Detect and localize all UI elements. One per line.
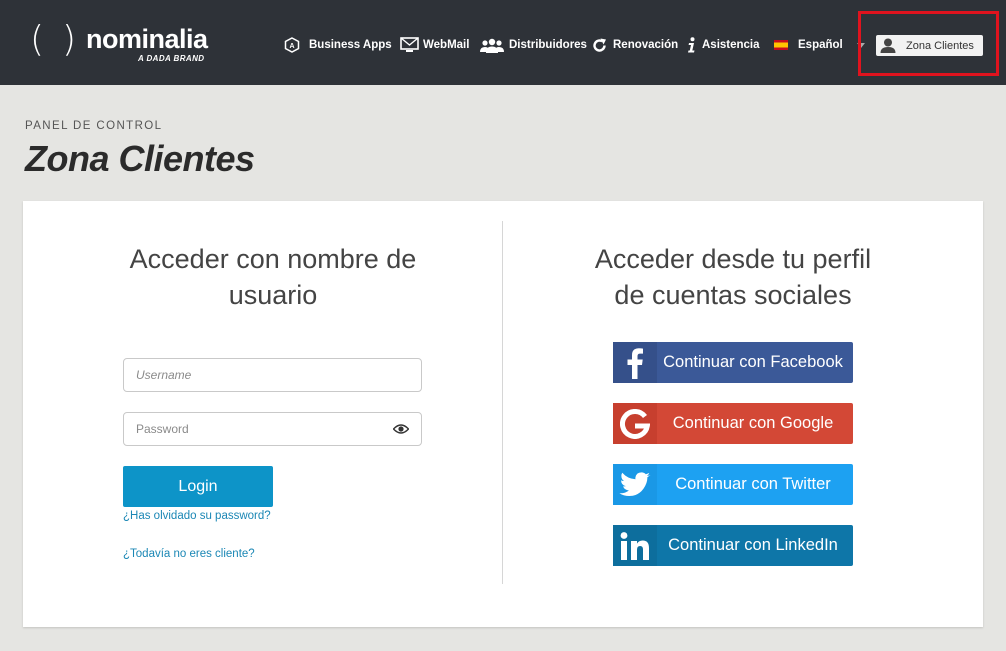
top-navigation-bar: ( ) nominalia A DADA BRAND A Business Ap… <box>0 0 1006 85</box>
nav-webmail-label: WebMail <box>423 39 470 51</box>
username-login-heading-line2: usuario <box>228 280 318 310</box>
nav-renovacion[interactable]: Renovación <box>592 34 678 56</box>
password-input[interactable] <box>124 413 421 445</box>
nav-business-apps-label: Business Apps <box>309 39 392 51</box>
social-login-heading: Acceder desde tu perfil de cuentas socia… <box>563 241 903 313</box>
nav-asistencia[interactable]: Asistencia <box>686 34 760 56</box>
twitter-login-label: Continuar con Twitter <box>675 475 831 493</box>
nav-renovacion-label: Renovación <box>613 39 679 51</box>
facebook-login-button[interactable]: Continuar con Facebook <box>613 342 853 383</box>
username-login-heading: Acceder con nombre de usuario <box>103 241 443 313</box>
linkedin-login-button[interactable]: Continuar con LinkedIn <box>613 525 853 566</box>
linkedin-icon <box>613 525 657 566</box>
nav-webmail[interactable]: WebMail <box>400 34 469 56</box>
logo-tagline: A DADA BRAND <box>138 54 205 63</box>
login-button[interactable]: Login <box>123 466 273 507</box>
nav-asistencia-label: Asistencia <box>702 39 760 51</box>
forgot-password-link[interactable]: ¿Has olvidado su password? <box>123 510 271 522</box>
google-icon <box>613 403 657 444</box>
facebook-icon <box>613 342 657 383</box>
logo-right-paren: ) <box>62 19 77 60</box>
page-eyebrow: PANEL DE CONTROL <box>25 120 163 132</box>
facebook-login-label: Continuar con Facebook <box>663 353 843 371</box>
spain-flag-icon <box>774 40 788 50</box>
twitter-icon <box>613 464 657 505</box>
users-icon <box>480 38 504 53</box>
zona-clientes-label: Zona Clientes <box>906 39 974 52</box>
info-icon <box>686 37 697 53</box>
refresh-icon <box>592 38 607 53</box>
column-divider <box>502 221 503 584</box>
login-card: Acceder con nombre de usuario Login ¿Has… <box>23 201 983 627</box>
page-title: Zona Clientes <box>25 138 255 179</box>
language-selector[interactable]: Español <box>774 34 865 56</box>
mail-icon <box>400 37 419 53</box>
zona-clientes-button[interactable]: Zona Clientes <box>876 35 983 56</box>
business-apps-icon: A <box>284 37 300 53</box>
nav-distribuidores-label: Distribuidores <box>509 39 587 51</box>
password-field[interactable] <box>123 412 422 446</box>
show-password-eye-icon[interactable] <box>393 422 409 436</box>
twitter-login-button[interactable]: Continuar con Twitter <box>613 464 853 505</box>
linkedin-login-label: Continuar con LinkedIn <box>668 536 838 554</box>
google-login-button[interactable]: Continuar con Google <box>613 403 853 444</box>
username-login-heading-line1: Acceder con nombre de <box>129 244 417 274</box>
logo-left-paren: ( <box>30 19 45 60</box>
nominalia-logo[interactable]: ( ) nominalia A DADA BRAND <box>30 20 220 68</box>
social-login-heading-line2: de cuentas sociales <box>614 280 852 310</box>
social-login-heading-line1: Acceder desde tu perfil <box>594 244 872 274</box>
nav-business-apps[interactable]: A Business Apps <box>284 34 392 56</box>
language-label: Español <box>798 39 843 51</box>
nav-distribuidores[interactable]: Distribuidores <box>480 34 587 56</box>
google-login-label: Continuar con Google <box>672 414 834 432</box>
svg-text:A: A <box>289 43 294 50</box>
user-icon <box>880 38 896 53</box>
username-field[interactable] <box>123 358 422 392</box>
username-input[interactable] <box>124 359 421 391</box>
not-client-link[interactable]: ¿Todavía no eres cliente? <box>123 548 255 560</box>
logo-text: nominalia <box>86 24 208 54</box>
